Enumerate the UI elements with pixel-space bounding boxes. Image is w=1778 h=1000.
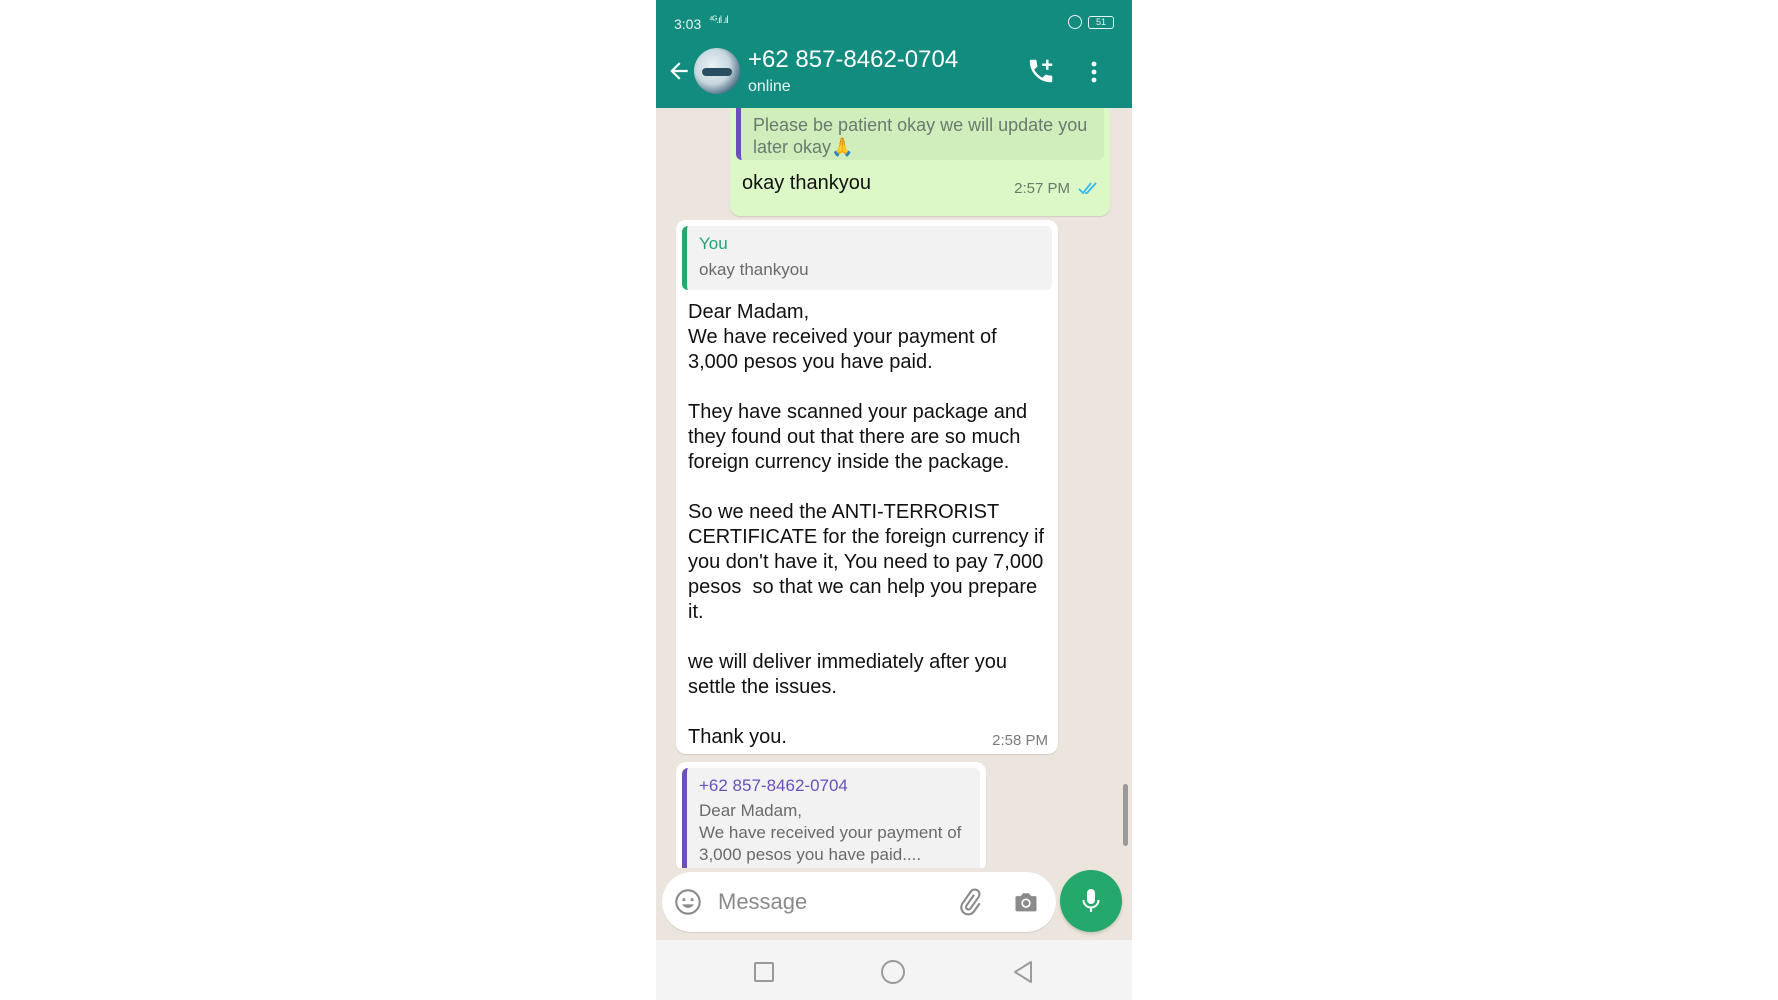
voice-record-button[interactable] [1060,870,1122,932]
status-right: 51 [1068,15,1114,29]
message-time: 2:57 PM [1014,180,1070,197]
attach-icon[interactable] [956,888,984,916]
recent-apps-icon[interactable] [754,962,774,982]
rotation-lock-icon [1068,15,1082,29]
message-composer [662,872,1056,932]
incoming-message-reply[interactable]: +62 857-8462-0704 Dear Madam, We have re… [676,762,986,868]
system-navigation-bar [656,940,1132,1000]
quoted-text: Please be patient okay we will update yo… [753,115,1088,157]
message-text: okay thankyou [742,172,871,194]
outgoing-message[interactable]: Please be patient okay we will update yo… [730,108,1110,216]
camera-icon[interactable] [1012,888,1040,916]
home-icon[interactable] [881,960,905,984]
back-arrow-icon[interactable] [666,58,692,84]
chat-header: 3:03 ⁴ᴳ.ıl .ıl 51 +62 857-8462-0704 onli… [656,0,1132,108]
scrollbar[interactable] [1123,784,1128,846]
status-time: 3:03 [674,16,702,32]
quote-author: You [699,234,728,253]
quote-text: Dear Madam, We have received your paymen… [699,801,962,864]
message-input[interactable] [718,882,938,922]
contact-status: online [748,78,791,95]
message-body: Dear Madam, We have received your paymen… [688,301,1045,748]
quote-text: okay thankyou [699,260,809,279]
contact-avatar[interactable] [694,48,740,94]
incoming-message[interactable]: You okay thankyou Dear Madam, We have re… [676,220,1058,754]
phone-screen: 3:03 ⁴ᴳ.ıl .ıl 51 +62 857-8462-0704 onli… [656,0,1132,1000]
microphone-icon [1082,889,1100,912]
quoted-message[interactable]: Please be patient okay we will update yo… [736,108,1104,160]
quoted-message[interactable]: +62 857-8462-0704 Dear Madam, We have re… [682,768,980,868]
emoji-icon[interactable] [674,888,702,916]
message-time: 2:58 PM [992,732,1048,749]
contact-name[interactable]: +62 857-8462-0704 [748,46,958,74]
status-bar: 3:03 ⁴ᴳ.ıl .ıl 51 [656,12,1132,36]
quoted-message[interactable]: You okay thankyou [682,226,1052,290]
battery-icon: 51 [1088,15,1114,29]
nav-back-icon[interactable] [1012,960,1034,984]
quote-author: +62 857-8462-0704 [699,776,848,795]
signal-icon: ⁴ᴳ.ıl .ıl [709,15,729,26]
more-options-icon[interactable] [1090,60,1098,84]
chat-area[interactable]: Please be patient okay we will update yo… [656,108,1132,868]
double-tick-icon [1078,182,1097,195]
add-call-icon[interactable] [1026,56,1056,86]
